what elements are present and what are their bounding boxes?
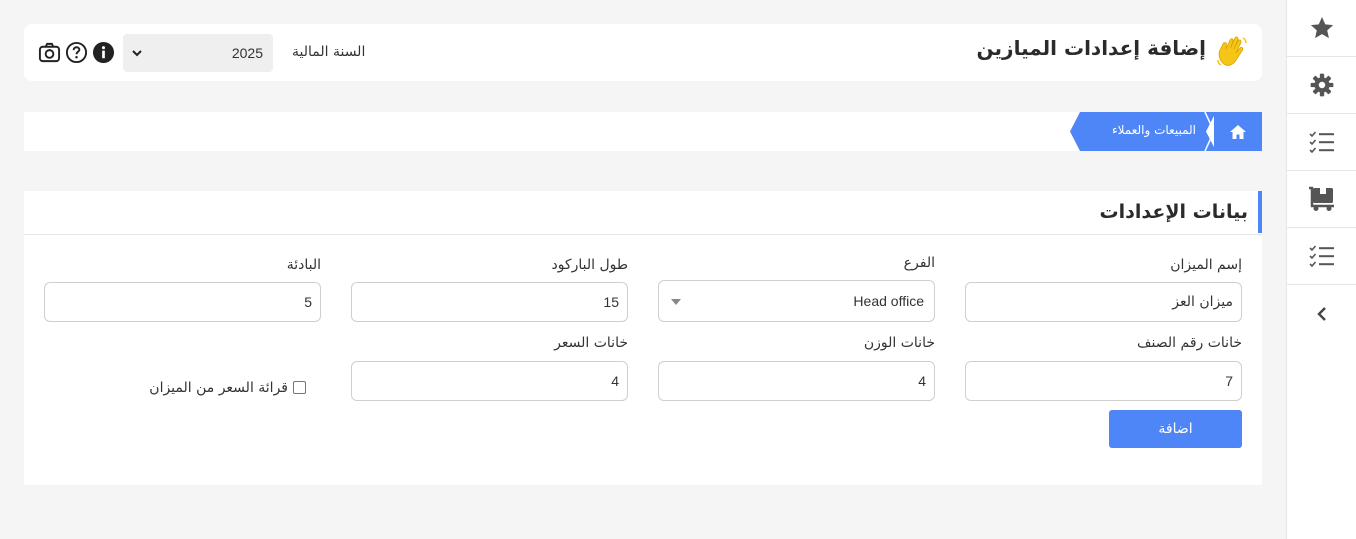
weight-digits-label: خانات الوزن [863,335,935,351]
price-digits-value: 4 [611,373,619,389]
item-digits-value: 7 [1225,373,1233,389]
chevron-down-icon [123,47,151,59]
prefix-label: البادئة [286,257,321,273]
fiscal-year-label: السنة المالية [292,44,366,60]
prefix-field[interactable]: 5 [44,282,321,322]
home-icon [1230,124,1246,139]
scale-name-field[interactable]: ميزان العز [965,282,1242,322]
chevron-left-icon [1316,306,1326,321]
branch-value: Head office [853,293,924,309]
breadcrumb: المبيعات والعملاء [24,112,1262,151]
add-button[interactable]: اضافة [1109,410,1242,448]
weight-digits-field[interactable]: 4 [658,361,935,401]
scale-name-label: إسم الميزان [1170,257,1242,273]
fiscal-year-value: 2025 [231,45,263,61]
branch-label: الفرع [903,255,935,271]
info-icon[interactable] [92,41,115,64]
page-title: إضافة إعدادات الميازين [976,36,1206,60]
settings-card: بيانات الإعدادات إسم الميزان الفرع طول ا… [24,191,1262,485]
gear-icon [1310,73,1333,97]
read-price-label: قرائة السعر من الميزان [149,380,288,396]
price-digits-label: خانات السعر [554,335,628,351]
item-digits-field[interactable]: 7 [965,361,1242,401]
star-icon [1310,16,1333,39]
section-title: بيانات الإعدادات [1099,201,1248,223]
barcode-length-value: 15 [603,294,619,310]
fiscal-year-select[interactable]: 2025 [123,34,273,72]
camera-icon[interactable] [38,41,61,64]
waving-hand-icon [1217,36,1247,66]
checklist-icon [1308,131,1334,153]
sidebar [1286,0,1356,539]
sidebar-item-favorites[interactable] [1287,0,1356,57]
item-digits-label: خانات رقم الصنف [1137,335,1242,351]
header-icons [38,41,115,64]
price-digits-field[interactable]: 4 [351,361,628,401]
help-icon[interactable] [65,41,88,64]
card-accent [1258,191,1262,233]
barcode-length-label: طول الباركود [551,257,628,273]
caret-down-icon [671,293,681,309]
sidebar-item-delivery[interactable] [1287,171,1356,228]
prefix-value: 5 [304,294,312,310]
card-header: بيانات الإعدادات [24,191,1262,235]
scale-name-value: ميزان العز [1172,294,1233,310]
page-header: إضافة إعدادات الميازين السنة المالية 202… [24,24,1262,81]
breadcrumb-home[interactable] [1214,112,1262,151]
breadcrumb-label: المبيعات والعملاء [1111,123,1196,137]
sidebar-item-tasks-2[interactable] [1287,228,1356,285]
sidebar-item-tasks[interactable] [1287,114,1356,171]
sidebar-item-settings[interactable] [1287,57,1356,114]
read-price-checkbox[interactable] [293,381,306,394]
checklist-icon [1308,245,1334,267]
breadcrumb-item-sales[interactable]: المبيعات والعملاء [1070,112,1216,151]
truck-icon [1308,186,1334,211]
sidebar-collapse-toggle[interactable] [1287,285,1356,342]
branch-select[interactable]: Head office [658,280,935,322]
barcode-length-field[interactable]: 15 [351,282,628,322]
weight-digits-value: 4 [918,373,926,389]
